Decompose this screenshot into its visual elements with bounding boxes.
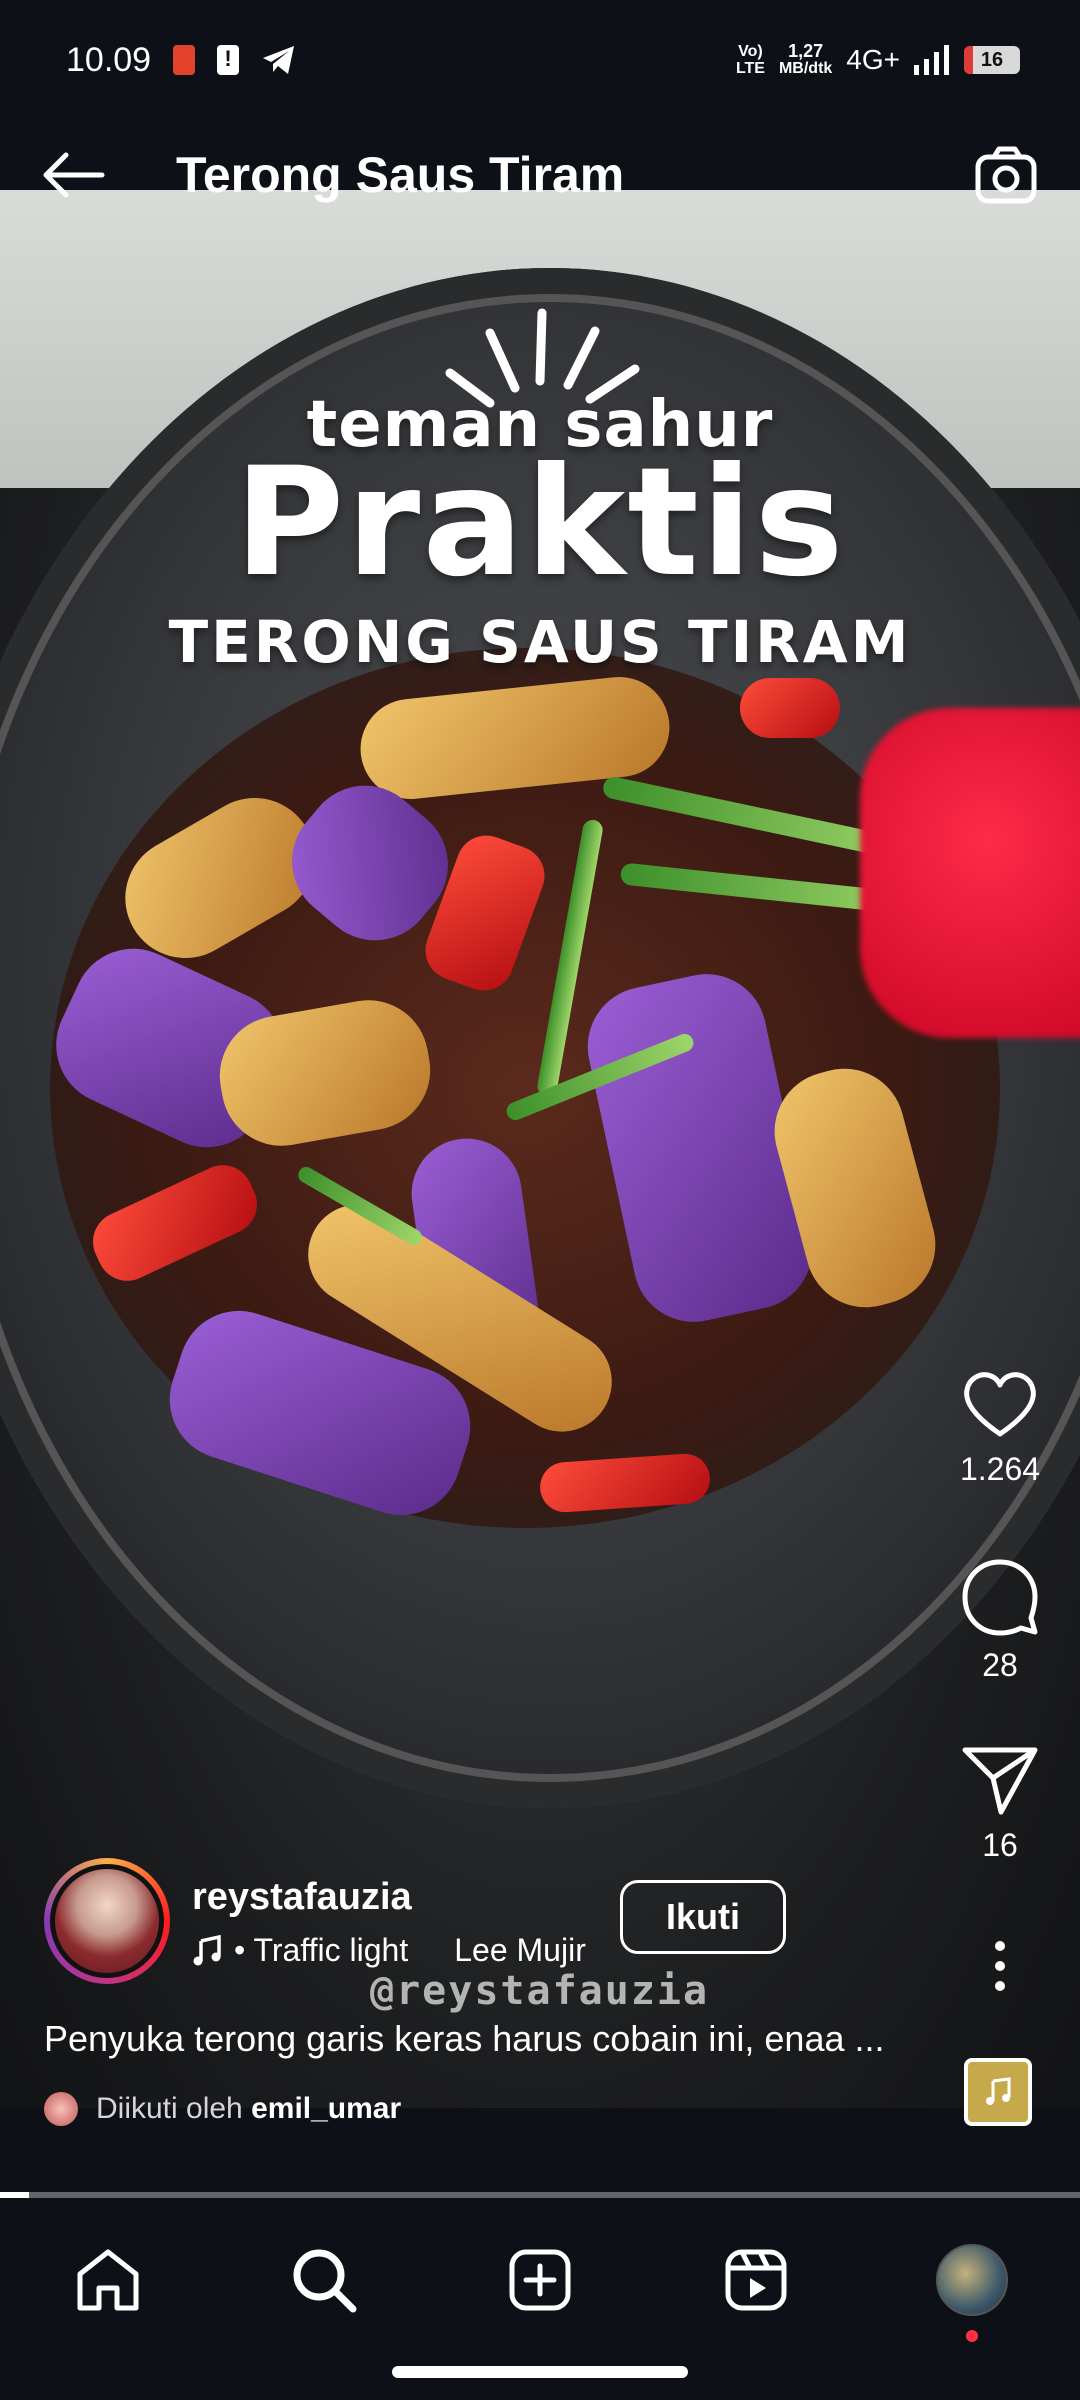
shopeepay-icon [173, 45, 196, 75]
followed-by-prefix: Diikuti oleh [96, 2092, 243, 2125]
battery-icon: 16 [964, 46, 1020, 74]
music-note-icon [193, 1934, 221, 1965]
music-artist: Lee Mujir [454, 1932, 586, 1968]
send-icon [962, 1747, 1038, 1815]
nav-search[interactable] [274, 2230, 374, 2330]
signal-icon [914, 45, 949, 75]
plus-square-icon [509, 2249, 571, 2311]
telegram-icon [263, 46, 295, 74]
author-username[interactable]: reystafauzia [192, 1876, 412, 1919]
music-title: • Traffic light [234, 1932, 409, 1968]
followed-by-line[interactable]: Diikuti oleh emil_umar [44, 2092, 401, 2126]
spatula [860, 708, 1080, 1038]
overlay-text-line2: Praktis [234, 436, 846, 610]
comment-button[interactable]: 28 [940, 1558, 1060, 1684]
nav-home[interactable] [58, 2230, 158, 2330]
reels-icon [725, 2249, 787, 2311]
home-icon [77, 2249, 139, 2311]
header: Terong Saus Tiram [0, 130, 1080, 220]
heart-icon [964, 1372, 1036, 1437]
share-button[interactable]: 16 [940, 1744, 1060, 1864]
more-vertical-icon [995, 1941, 1005, 1991]
follow-button[interactable]: Ikuti [620, 1880, 786, 1954]
search-icon [293, 2249, 357, 2313]
overlay-text-line3: TERONG SAUS TIRAM [168, 608, 912, 676]
comment-icon [962, 1559, 1038, 1636]
page-title: Terong Saus Tiram [176, 147, 625, 203]
comment-count: 28 [982, 1647, 1018, 1683]
back-arrow-icon[interactable] [40, 151, 106, 199]
follower-avatar [44, 2092, 78, 2126]
audio-thumbnail[interactable] [964, 2058, 1032, 2126]
share-count: 16 [982, 1827, 1018, 1863]
alert-icon [217, 45, 240, 75]
followed-by-user: emil_umar [251, 2092, 402, 2125]
volte-indicator: Vo) LTE [735, 43, 765, 77]
post-caption[interactable]: Penyuka terong garis keras harus cobain … [44, 2018, 944, 2060]
notification-dot [966, 2330, 978, 2342]
reel-video[interactable]: teman sahur Praktis TERONG SAUS TIRAM @r… [0, 188, 1080, 2108]
home-indicator[interactable] [392, 2366, 688, 2378]
camera-icon[interactable] [974, 145, 1040, 205]
network-generation: 4G+ [846, 44, 900, 75]
chili-piece [740, 678, 840, 738]
more-options-button[interactable] [940, 1940, 1060, 1997]
author-avatar[interactable] [44, 1858, 170, 1984]
music-info[interactable]: • Traffic light Lee Mujir [192, 1932, 586, 1969]
network-speed: 1,27 MB/dtk [778, 41, 833, 77]
status-time: 10.09 [66, 40, 152, 79]
music-note-icon [986, 2077, 1011, 2105]
status-bar: 10.09 Vo) LTE 1,27 MB/dtk 4G+ 1 [0, 0, 1080, 120]
video-watermark: @reystafauzia [370, 1968, 710, 2014]
like-count: 1.264 [959, 1451, 1041, 1487]
nav-reels[interactable] [706, 2230, 806, 2330]
like-button[interactable]: 1.264 [940, 1370, 1060, 1488]
nav-create[interactable] [490, 2230, 590, 2330]
nav-profile[interactable] [922, 2230, 1022, 2342]
profile-avatar [936, 2244, 1008, 2316]
reel-screen: 10.09 Vo) LTE 1,27 MB/dtk 4G+ 1 [0, 0, 1080, 2400]
